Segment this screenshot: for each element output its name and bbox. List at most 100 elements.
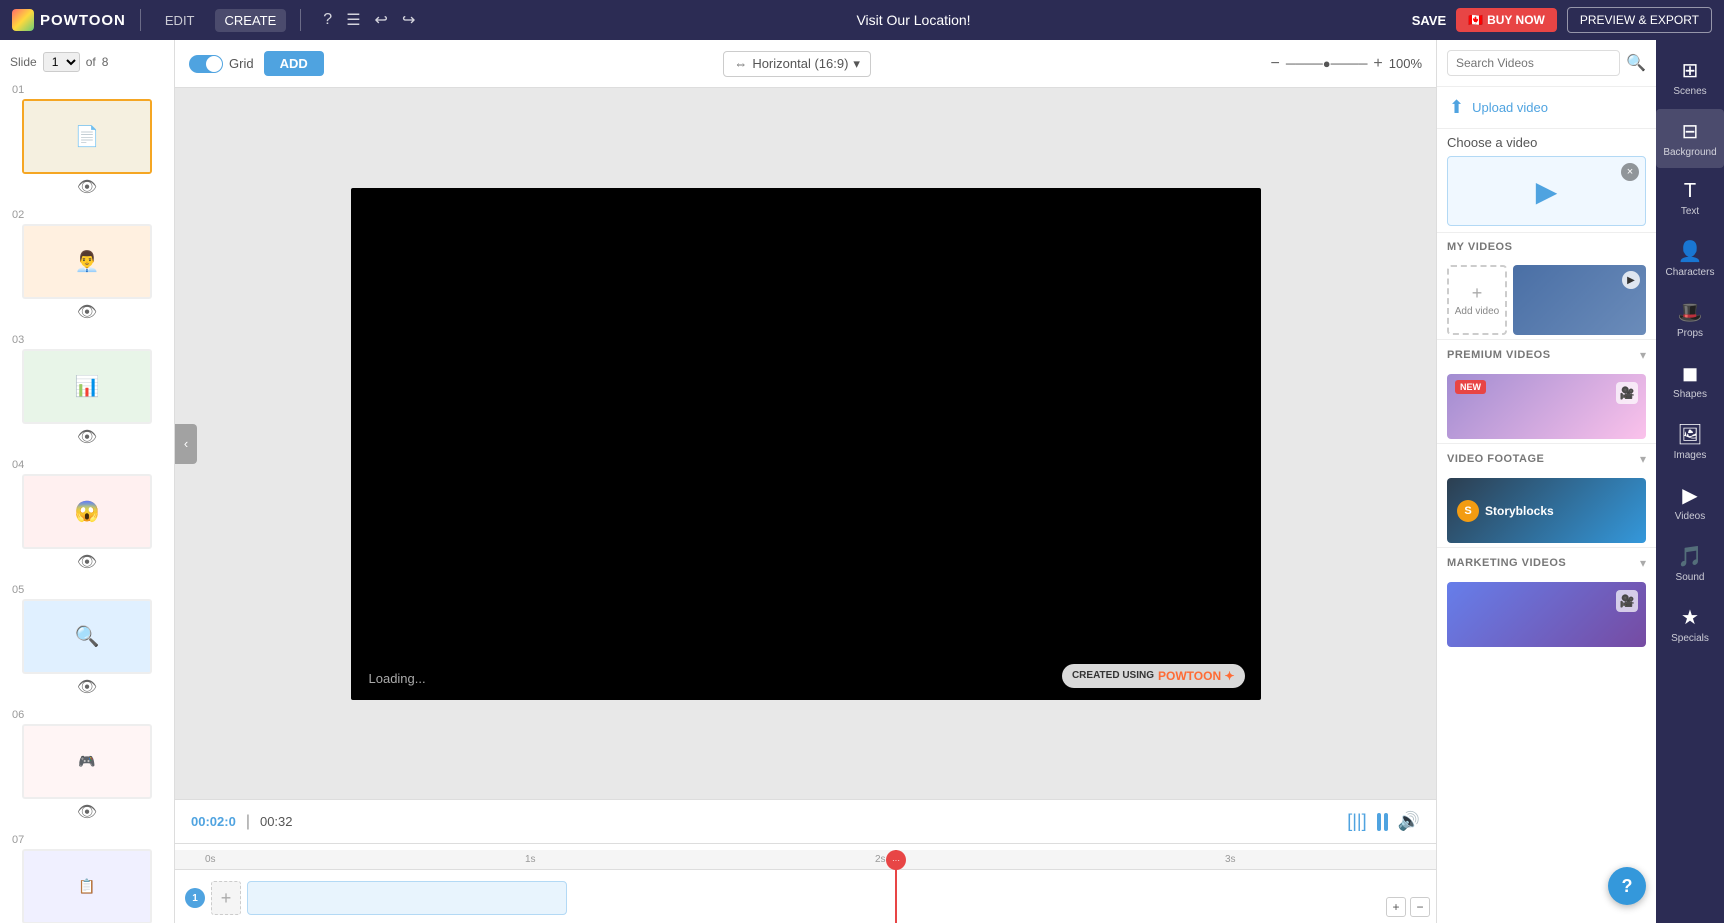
my-videos-header[interactable]: MY VIDEOS [1437, 233, 1656, 261]
sound-label: Sound [1676, 572, 1705, 583]
characters-tool[interactable]: 👤 Characters [1656, 229, 1724, 288]
pause-button[interactable] [1377, 813, 1388, 831]
time-separator: | [246, 813, 250, 831]
characters-label: Characters [1666, 267, 1715, 278]
add-video-button[interactable]: + Add video [1447, 265, 1507, 335]
storyblocks-header[interactable]: VIDEO FOOTAGE ▾ [1437, 444, 1656, 474]
pause-bar-1 [1377, 813, 1381, 831]
scenes-tool[interactable]: ⊞ Scenes [1656, 48, 1724, 107]
slide-item[interactable]: 01 📄 👁 [0, 78, 174, 203]
aspect-button[interactable]: ⇔ Horizontal (16:9) ▾ [723, 51, 871, 77]
grid-toggle-switch[interactable] [189, 55, 223, 73]
save-button[interactable]: SAVE [1412, 13, 1446, 28]
slide-thumb: 👨‍💼 [24, 226, 150, 297]
collapse-panel-button[interactable]: ‹ [175, 424, 197, 464]
slide-thumb-wrap: 🎮 [22, 724, 152, 799]
help-button[interactable]: ? [1608, 867, 1646, 905]
close-video-button[interactable]: × [1621, 163, 1639, 181]
playhead-dots: ··· [892, 856, 900, 865]
shapes-tool[interactable]: ◼ Shapes [1656, 351, 1724, 410]
scenes-label: Scenes [1673, 86, 1706, 97]
slide-eye-icon[interactable]: 👁 [77, 552, 97, 572]
zoom-in-button[interactable]: + [1373, 55, 1382, 73]
slide-eye-icon[interactable]: 👁 [77, 677, 97, 697]
undo-icon[interactable]: ↩ [375, 10, 388, 30]
preview-button[interactable]: PREVIEW & EXPORT [1567, 7, 1712, 33]
slide-item[interactable]: 06 🎮 👁 [0, 703, 174, 828]
slide-item[interactable]: 02 👨‍💼 👁 [0, 203, 174, 328]
watermark-text: CREATED USING [1072, 670, 1154, 681]
zoom-slider[interactable]: ────●──── [1286, 56, 1368, 71]
premium-videos-section: PREMIUM VIDEOS ▾ NEW 🎥 [1437, 339, 1656, 443]
marketing-chevron-icon: ▾ [1640, 556, 1646, 570]
slide-thumb-wrap: 🔍 [22, 599, 152, 674]
timeline-clip[interactable] [247, 881, 567, 915]
add-clip-button[interactable]: + [211, 881, 241, 915]
premium-label: PREMIUM VIDEOS [1447, 349, 1551, 361]
redo-icon[interactable]: ↪ [402, 10, 415, 30]
add-button[interactable]: ADD [264, 51, 324, 76]
specials-label: Specials [1671, 633, 1709, 644]
timeline-playhead[interactable]: ··· [895, 850, 897, 923]
premium-header[interactable]: PREMIUM VIDEOS ▾ [1437, 340, 1656, 370]
divider2 [300, 9, 301, 31]
slide-eye-icon[interactable]: 👁 [77, 802, 97, 822]
flag-icon: 🇨🇦 [1468, 13, 1483, 27]
background-tool[interactable]: ⊟ Background [1656, 109, 1724, 168]
slide-thumb: 🎮 [24, 726, 150, 797]
buy-button[interactable]: 🇨🇦 BUY NOW [1456, 8, 1557, 32]
timeline-zoom-in[interactable]: + [1386, 897, 1406, 917]
notes-icon[interactable]: ☰ [346, 10, 360, 30]
edit-tab[interactable]: EDIT [155, 9, 205, 32]
slide-number-label: 01 [8, 84, 24, 96]
storyblocks-name: Storyblocks [1485, 504, 1554, 518]
search-icon[interactable]: 🔍 [1626, 53, 1646, 73]
help-icon[interactable]: ? [323, 11, 332, 29]
add-video-label: Add video [1455, 306, 1499, 317]
slide-eye-icon[interactable]: 👁 [77, 427, 97, 447]
marketing-header[interactable]: MARKETING VIDEOS ▾ [1437, 548, 1656, 578]
canvas-area: Grid ADD ⇔ Horizontal (16:9) ▾ − ────●──… [175, 40, 1436, 923]
storyblocks-thumb[interactable]: S Storyblocks [1447, 478, 1646, 543]
timeline-zoom-out[interactable]: − [1410, 897, 1430, 917]
volume-icon[interactable]: 🔊 [1398, 811, 1420, 832]
text-tool[interactable]: T Text [1656, 170, 1724, 227]
slide-item[interactable]: 05 🔍 👁 [0, 578, 174, 703]
marketing-video-thumb[interactable]: 🎥 [1447, 582, 1646, 647]
main-layout: Slide 1 of 8 01 📄 👁 02 👨‍💼 👁 0 [0, 40, 1724, 923]
specials-tool[interactable]: ★ Specials [1656, 595, 1724, 654]
timeline: 0s 1s 2s 3s 1 + ··· [175, 843, 1436, 923]
slide-item[interactable]: 07 📋 👁 [0, 828, 174, 923]
total-time: 00:32 [260, 814, 293, 829]
slide-eye-icon[interactable]: 👁 [77, 302, 97, 322]
divider [140, 9, 141, 31]
slide-canvas[interactable]: Loading... CREATED USING POWTOON ✦ [351, 188, 1261, 700]
shapes-label: Shapes [1673, 389, 1707, 400]
slide-item[interactable]: 03 📊 👁 [0, 328, 174, 453]
props-tool[interactable]: 🎩 Props [1656, 290, 1724, 349]
timeline-track: 1 + [175, 870, 1436, 923]
upload-video-button[interactable]: ⬆ Upload video [1437, 87, 1656, 129]
sound-tool[interactable]: 🎵 Sound [1656, 534, 1724, 593]
choose-label: Choose a video [1447, 135, 1646, 150]
aspect-chevron-icon: ▾ [853, 56, 860, 72]
my-video-thumb[interactable]: ▶ [1513, 265, 1646, 335]
premium-video-thumb[interactable]: NEW 🎥 [1447, 374, 1646, 439]
slide-number-select[interactable]: 1 [43, 52, 80, 72]
grid-toggle: Grid [189, 55, 254, 73]
logo: POWTOON [12, 9, 126, 31]
videos-label: Videos [1675, 511, 1705, 522]
choose-video-placeholder[interactable]: ▶ × [1447, 156, 1646, 226]
timeline-marker: 1 [185, 888, 205, 908]
canvas-toolbar: Grid ADD ⇔ Horizontal (16:9) ▾ − ────●──… [175, 40, 1436, 88]
slide-thumb-wrap: 📄 [22, 99, 152, 174]
slide-item[interactable]: 04 😱 👁 [0, 453, 174, 578]
videos-tool[interactable]: ▶ Videos [1656, 473, 1724, 532]
search-input[interactable] [1447, 50, 1620, 76]
images-tool[interactable]: 🖼 Images [1656, 412, 1724, 471]
canvas-wrapper: ‹ Loading... CREATED USING POWTOON ✦ [175, 88, 1436, 799]
slide-thumb-wrap: 📊 [22, 349, 152, 424]
create-tab[interactable]: CREATE [215, 9, 287, 32]
zoom-out-button[interactable]: − [1271, 55, 1280, 73]
slide-eye-icon[interactable]: 👁 [77, 177, 97, 197]
